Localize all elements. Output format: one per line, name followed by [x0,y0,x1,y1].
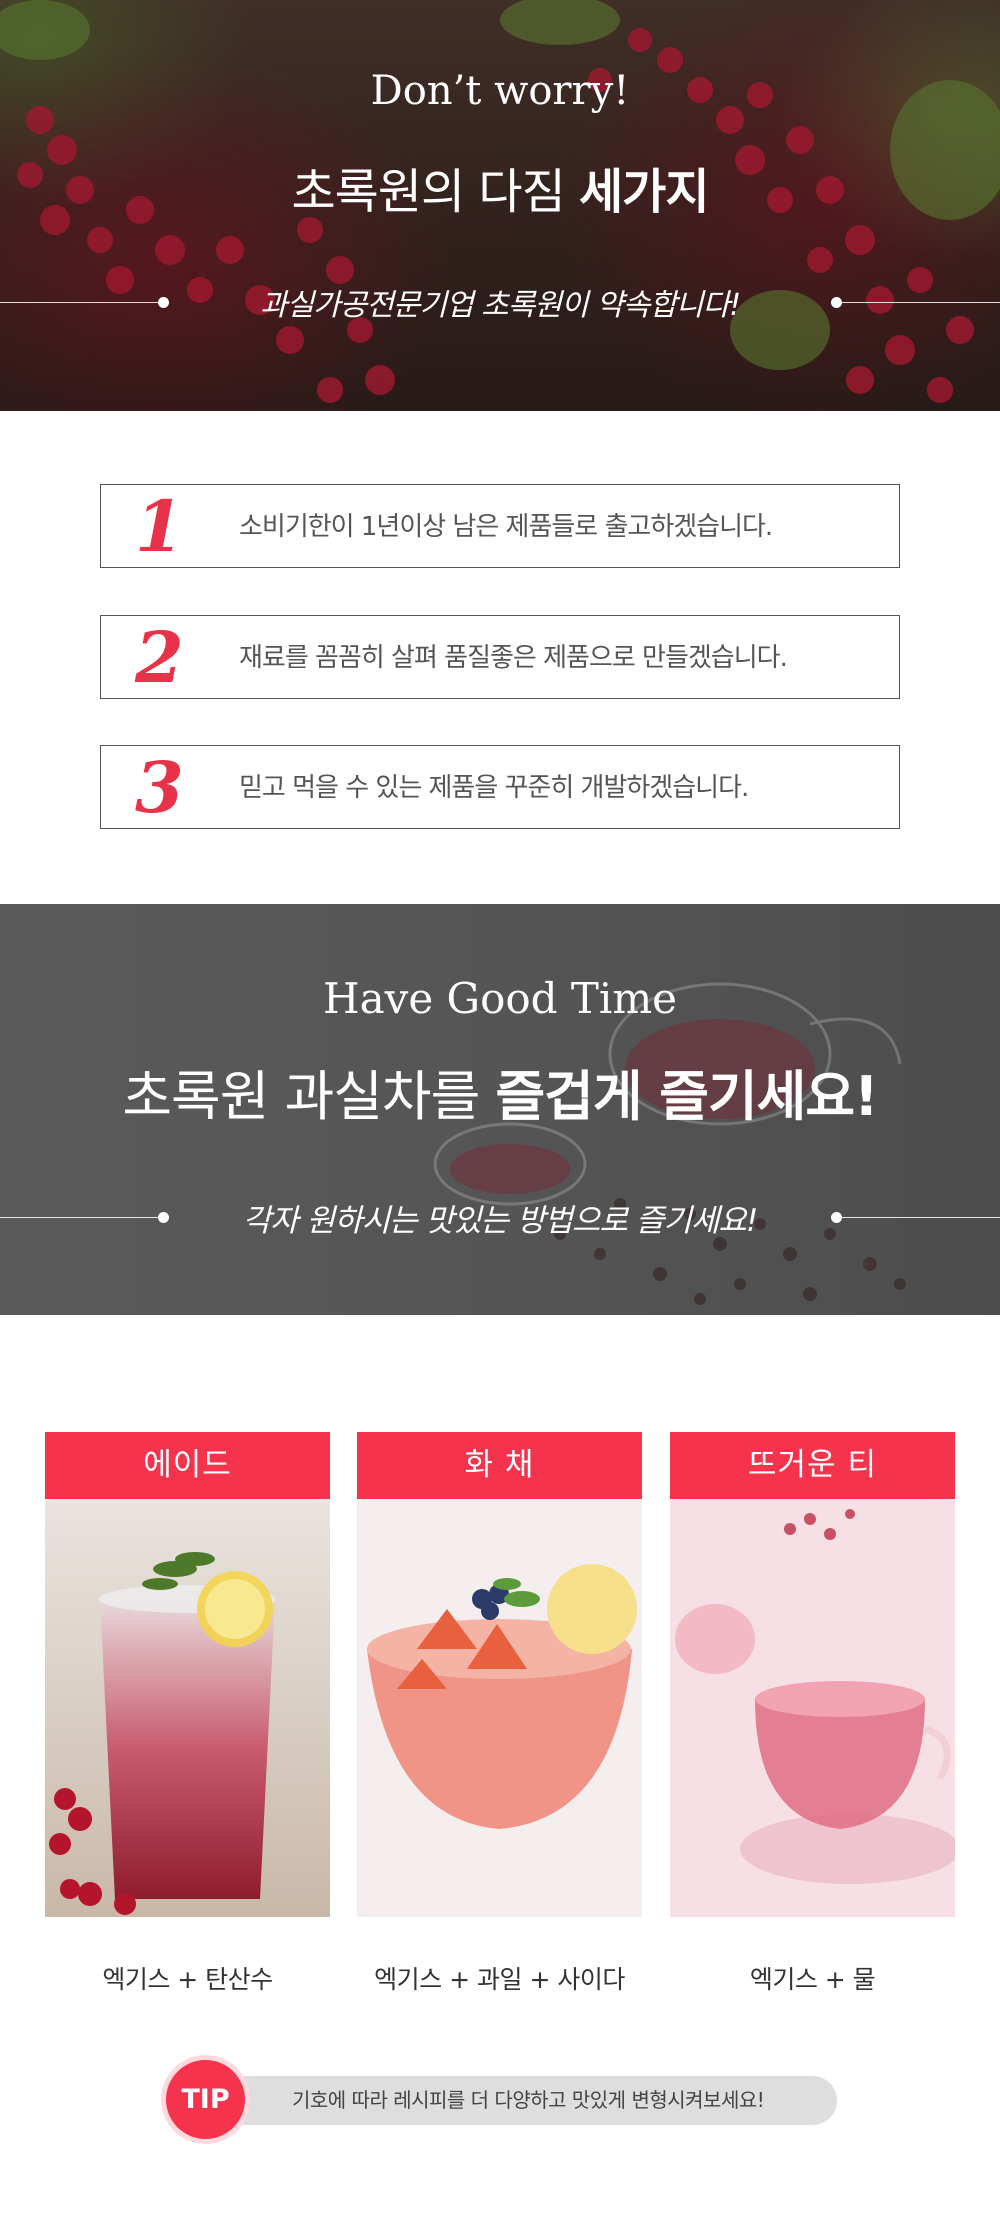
promise-number: 3 [135,746,184,829]
hero-title-en: Don’t worry! [370,68,630,114]
hero-title-ko-bold: 세가지 [579,164,709,220]
hero-title-ko: 초록원의 다짐 세가지 [0,152,1000,222]
promise-item-2: 2 재료를 꼼꼼히 살펴 품질좋은 제품으로 만들겠습니다. [100,615,900,699]
hero-banner: Don’t worry! 초록원의 다짐 세가지 과실가공전문기업 초록원이 약… [0,0,1000,411]
band-title-ko-bold: 즐겁게 즐기세요! [495,1065,878,1128]
promise-text: 믿고 먹을 수 있는 제품을 꾸준히 개발하겠습니다. [239,773,749,803]
recipe-card-title: 뜨거운 티 [670,1432,955,1499]
band-title-ko: 초록원 과실차를 즐겁게 즐기세요! [0,1052,1000,1131]
hero-title-ko-light: 초록원의 다짐 [291,164,579,220]
recipe-card-hot-tea: 뜨거운 티 [670,1432,955,1917]
tip-text: 기호에 따라 레시피를 더 다양하고 맛있게 변형시켜보세요! [292,2088,765,2112]
band-title-en: Have Good Time [322,974,678,1023]
enjoy-banner: Have Good Time 초록원 과실차를 즐겁게 즐기세요! 각자 원하시… [0,904,1000,1315]
hero-divider-right [840,302,1000,303]
recipe-card-ade: 에이드 [45,1432,330,1917]
promise-number: 1 [135,485,184,568]
recipe-card-title: 화 채 [357,1432,642,1499]
promise-text: 재료를 꼼꼼히 살펴 품질좋은 제품으로 만들겠습니다. [239,643,788,673]
ade-drink-image [45,1499,330,1917]
promise-item-3: 3 믿고 먹을 수 있는 제품을 꾸준히 개발하겠습니다. [100,745,900,829]
promise-number: 2 [135,616,184,699]
band-divider-right [840,1217,1000,1218]
hwachae-image [357,1499,642,1917]
recipe-caption-hwachae: 엑기스 + 과일 + 사이다 [374,1965,625,1994]
recipe-caption-hot-tea: 엑기스 + 물 [749,1965,876,1994]
recipe-caption-ade: 엑기스 + 탄산수 [102,1965,273,1994]
recipe-card-hwachae: 화 채 [357,1432,642,1917]
recipe-card-title: 에이드 [45,1432,330,1499]
band-title-ko-light: 초록원 과실차를 [122,1065,496,1128]
tip-label: TIP [181,2084,230,2115]
hot-tea-image [670,1499,955,1917]
promise-text: 소비기한이 1년이상 남은 제품들로 출고하겠습니다. [239,512,773,542]
promise-item-1: 1 소비기한이 1년이상 남은 제품들로 출고하겠습니다. [100,484,900,568]
